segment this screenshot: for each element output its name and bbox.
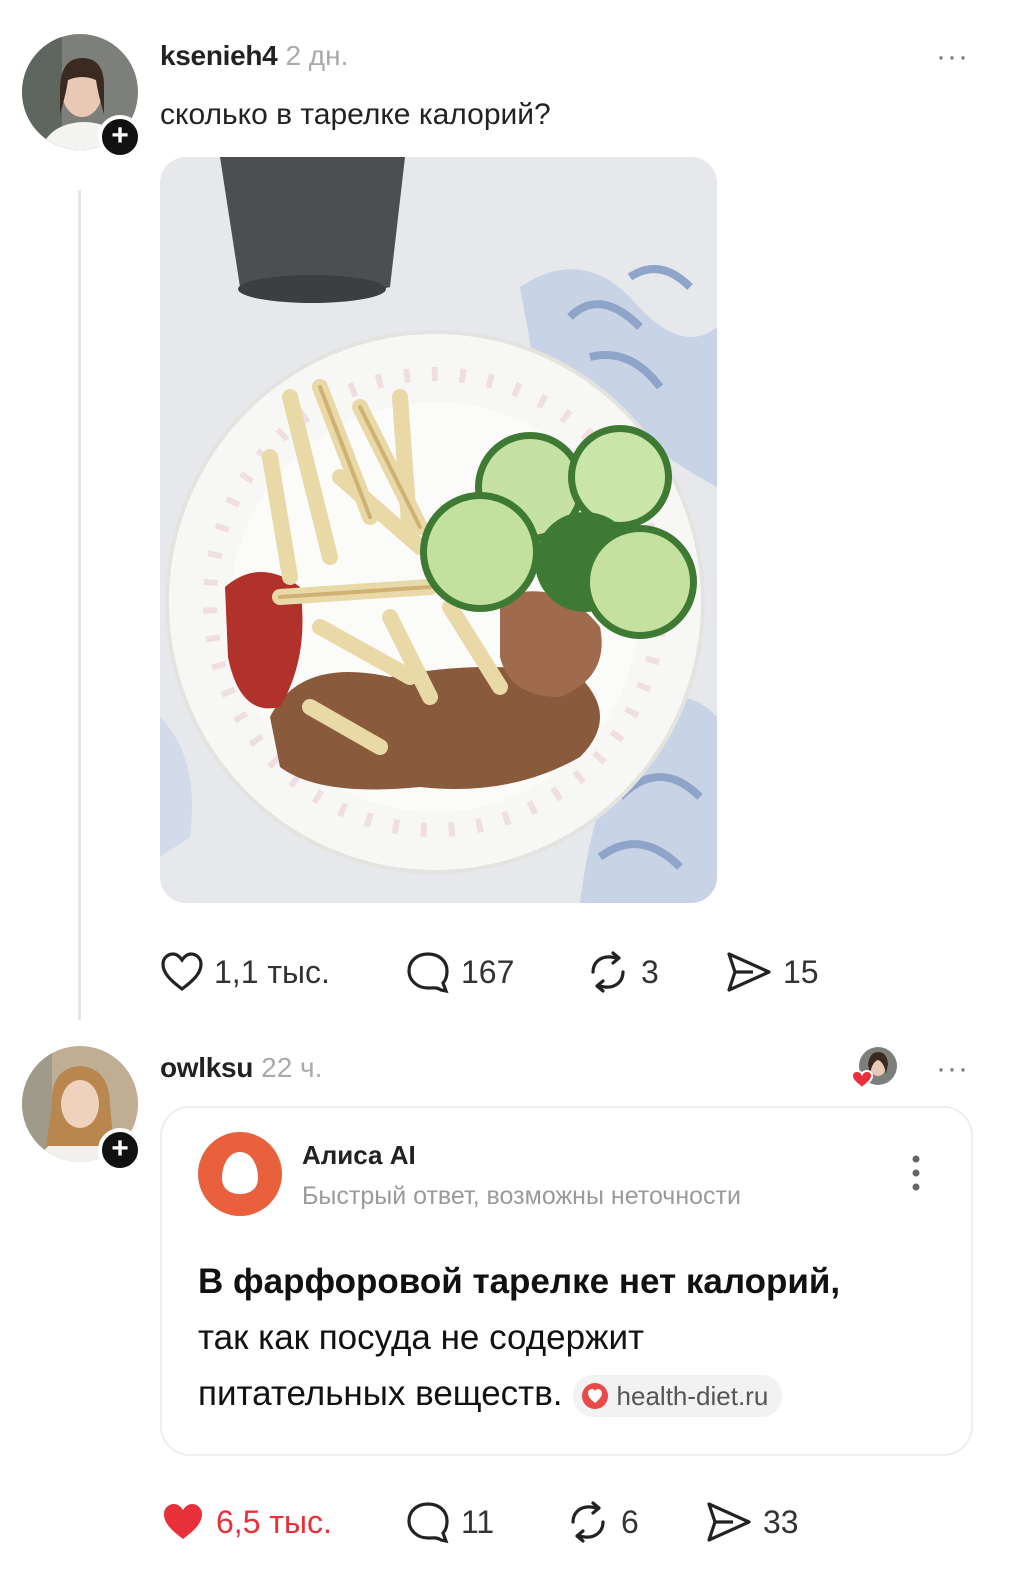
follow-plus-icon[interactable]: + [98,115,142,159]
comment-icon [407,952,449,994]
heart-icon [161,952,203,992]
like-count: 1,1 тыс. [214,953,330,990]
share-button[interactable]: 15 [725,950,819,994]
post-actions: 6,5 тыс. 11 6 33 [160,1500,799,1544]
follow-plus-icon[interactable]: + [98,1128,142,1172]
thread-line [78,190,81,1020]
username[interactable]: owlksu [160,1052,253,1083]
heart-filled-icon [164,1504,202,1539]
alice-logo-icon [198,1132,282,1216]
answer-line: так как посуда не содержит [198,1318,645,1357]
repost-button[interactable]: 3 [585,950,725,994]
ai-disclaimer: Быстрый ответ, возможны неточности [302,1182,741,1210]
more-options-icon[interactable]: ··· [936,1052,969,1086]
post-actions: 1,1 тыс. 167 3 15 [160,950,819,994]
share-count: 15 [783,953,819,990]
source-site-icon [581,1382,608,1409]
like-button[interactable]: 6,5 тыс. [160,1501,405,1543]
post-time: 2 дн. [285,40,349,71]
repost-count: 6 [621,1503,639,1540]
ai-answer-text: В фарфоровой тарелке нет калорий, так ка… [198,1254,958,1422]
ai-answer-card[interactable]: Алиса AI Быстрый ответ, возможны неточно… [160,1106,973,1456]
send-icon [727,952,771,992]
comment-icon [407,1502,449,1544]
answer-bold: В фарфоровой тарелке нет калорий, [198,1262,841,1301]
comment-button[interactable]: 11 [405,1500,565,1544]
repost-icon [591,951,625,993]
post-header: owlksu 22 ч. [160,1052,322,1084]
send-icon [707,1502,751,1542]
ai-assistant-name: Алиса AI [302,1140,416,1170]
post-photo[interactable] [160,157,717,903]
source-link[interactable]: health-diet.ru [572,1374,783,1417]
repost-button[interactable]: 6 [565,1500,705,1544]
answer-line: питательных веществ. [198,1374,563,1413]
comment-count: 11 [461,1503,495,1540]
source-label: health-diet.ru [616,1380,769,1411]
post-header: ksenieh4 2 дн. [160,40,348,72]
post-text: сколько в тарелке калорий? [160,98,551,131]
comment-button[interactable]: 167 [405,950,585,994]
username[interactable]: ksenieh4 [160,40,278,71]
repost-count: 3 [641,953,659,990]
comment-count: 167 [461,953,515,990]
post-time: 22 ч. [261,1052,323,1083]
like-button[interactable]: 1,1 тыс. [160,951,405,993]
more-options-icon[interactable]: ··· [936,40,969,74]
repost-icon [571,1501,605,1543]
share-button[interactable]: 33 [705,1500,799,1544]
like-count: 6,5 тыс. [216,1503,332,1540]
liked-by-author-avatar [850,1046,898,1092]
share-count: 33 [763,1503,799,1540]
card-more-icon[interactable] [910,1154,922,1194]
